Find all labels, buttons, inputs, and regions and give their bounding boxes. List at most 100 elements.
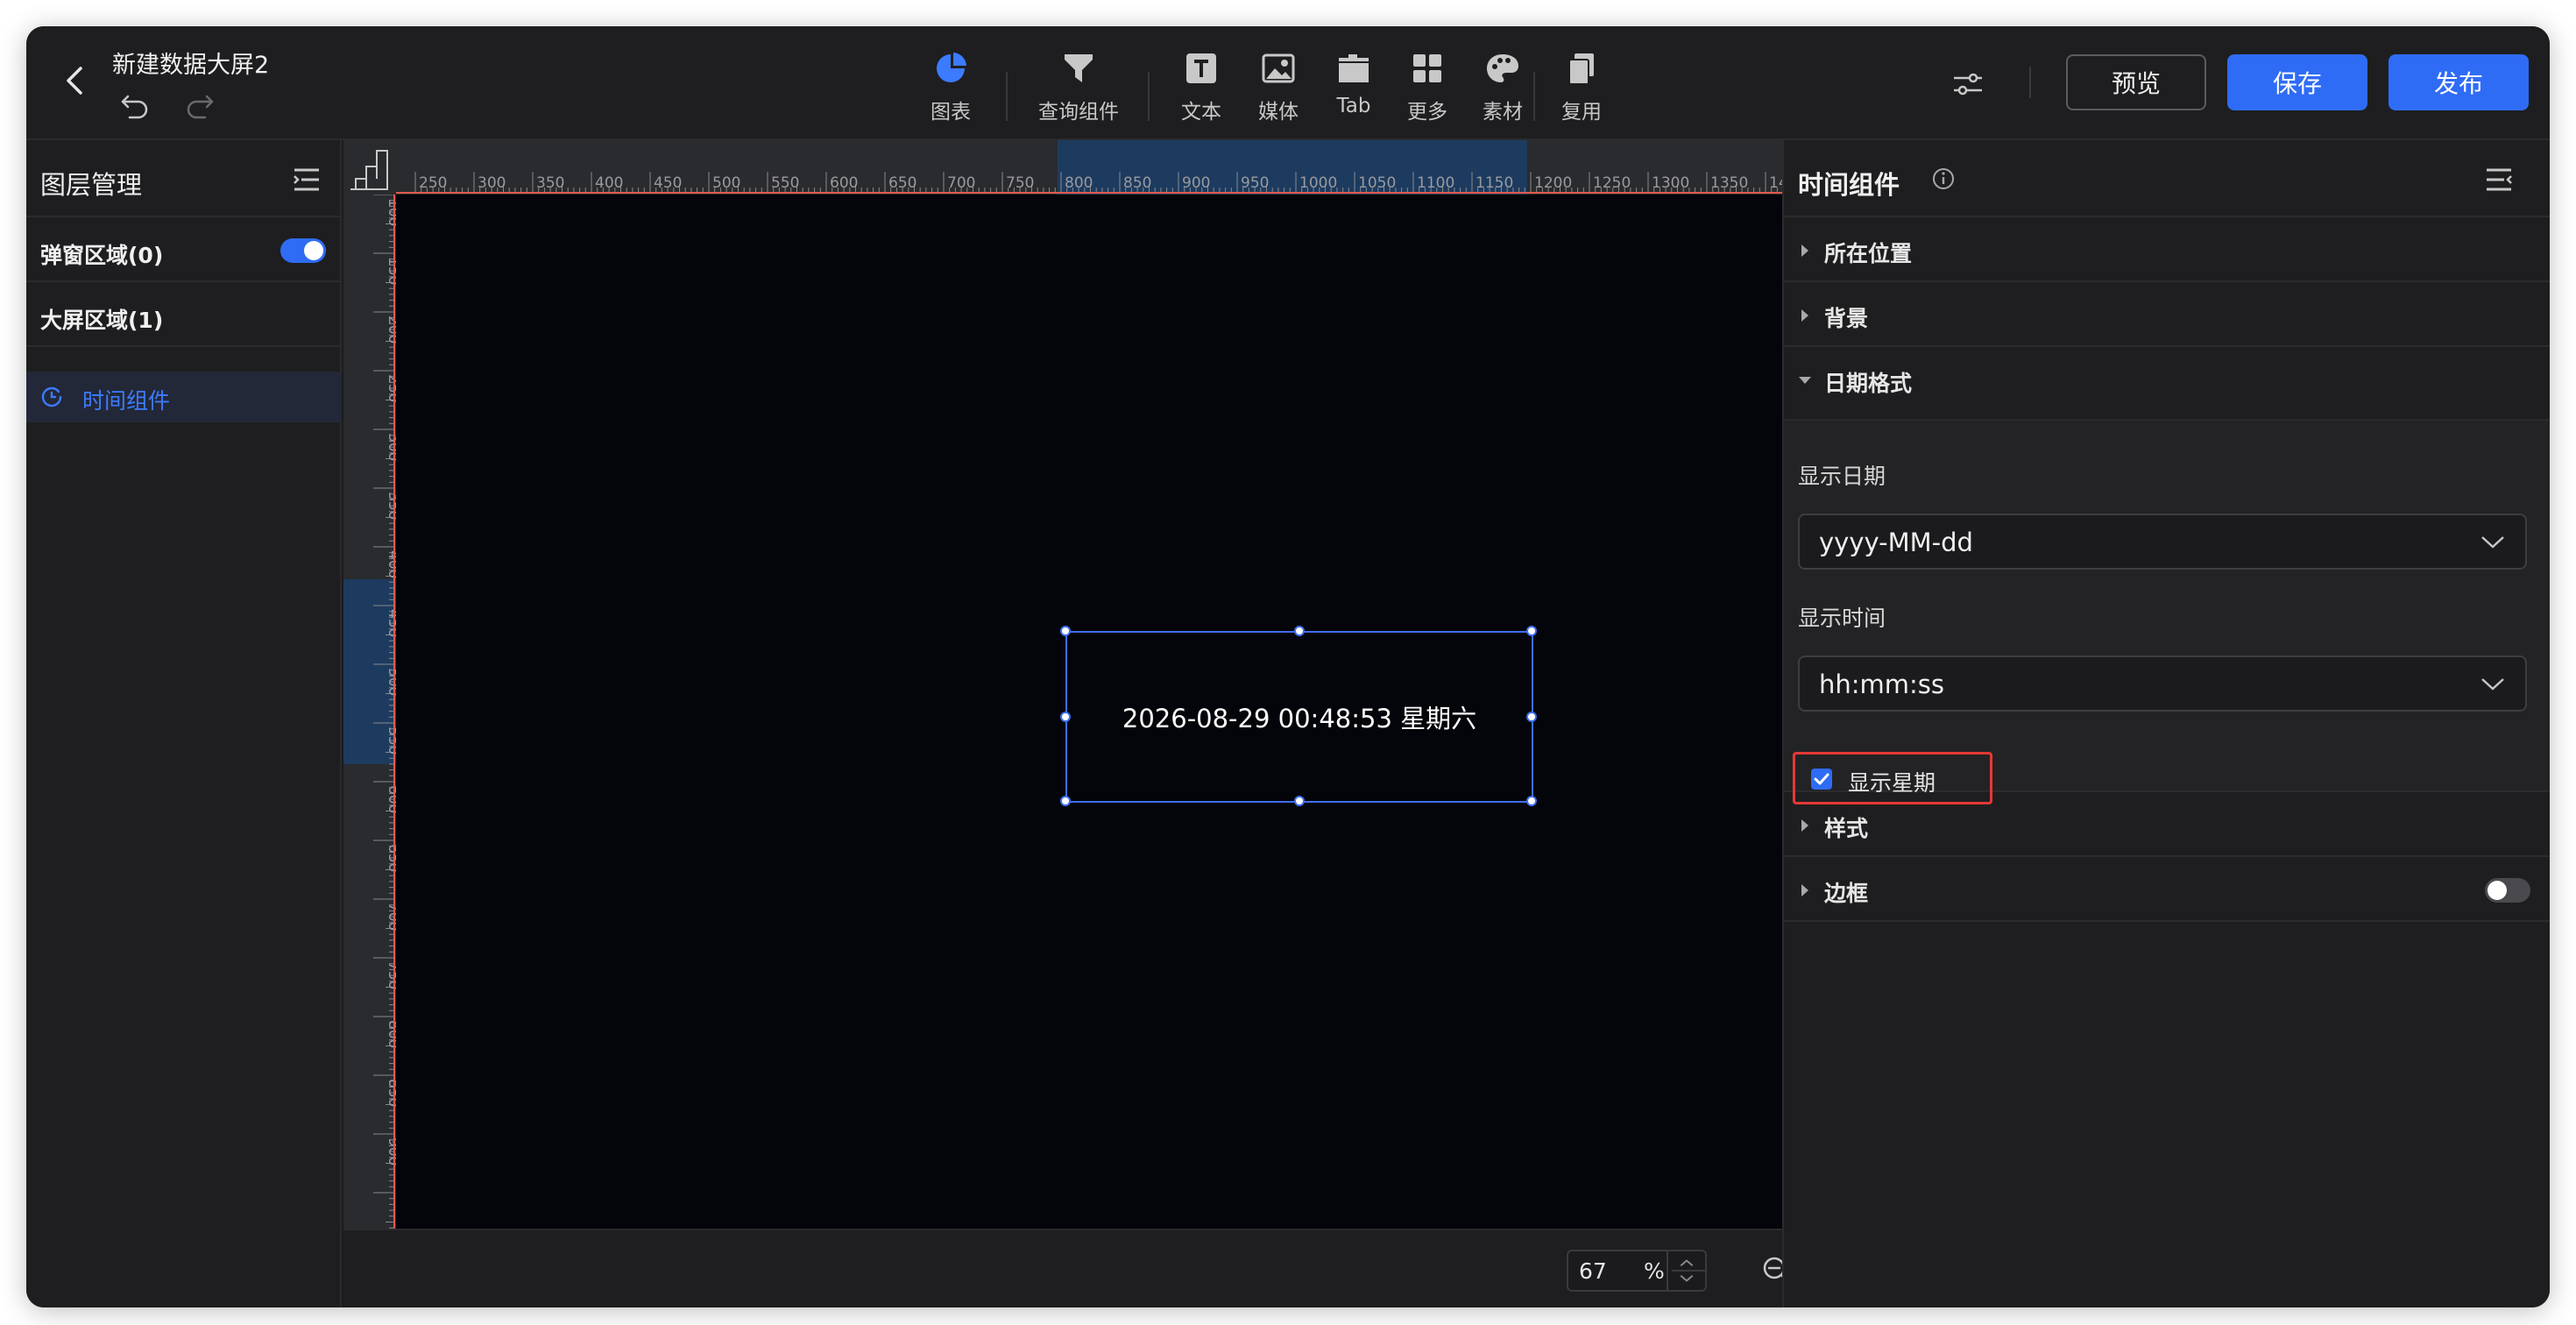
time-widget-text: 2026-08-29 00:48:53 星期六: [1122, 704, 1477, 733]
section-position[interactable]: 所在位置: [1784, 219, 2550, 282]
chevron-down-icon: [2481, 678, 2504, 691]
zoom-input[interactable]: 67 %: [1567, 1250, 1707, 1292]
section-background[interactable]: 背景: [1784, 284, 2550, 347]
toolbar-divider: [1533, 72, 1535, 121]
tool-tab-label: Tab: [1336, 95, 1371, 117]
ruler-label: 1300: [1652, 174, 1689, 192]
tool-media-label: 媒体: [1258, 101, 1299, 124]
resize-handle-bottom-left[interactable]: [1060, 796, 1071, 806]
section-date-format-label: 日期格式: [1824, 371, 1913, 396]
check-icon: [1814, 773, 1829, 785]
resize-handle-right[interactable]: [1526, 712, 1537, 722]
ruler-label: 1350: [1710, 174, 1748, 192]
tool-more-label: 更多: [1407, 101, 1447, 124]
resize-handle-bottom-right[interactable]: [1526, 796, 1537, 806]
horizontal-ruler: 250 300 350 400 450 500 550 600 650 700 750 800 850 9…: [396, 140, 1782, 195]
resize-handle-top-right[interactable]: [1526, 626, 1537, 636]
section-style[interactable]: 样式: [1784, 794, 2550, 857]
tool-tab[interactable]: Tab: [1314, 46, 1393, 130]
ruler-label: 950: [1241, 174, 1269, 192]
date-format-body: 显示日期 yyyy-MM-dd 显示时间 hh:mm:ss 显示星期: [1784, 421, 2550, 804]
tool-material[interactable]: 素材: [1463, 46, 1542, 130]
pie-chart-icon: [937, 53, 966, 82]
zoom-value[interactable]: 67: [1579, 1258, 1631, 1284]
screen-area-section[interactable]: 大屏区域(1): [26, 284, 342, 347]
popup-area-section[interactable]: 弹窗区域(0): [26, 219, 342, 282]
back-arrow-icon[interactable]: [58, 63, 93, 98]
show-time-label: 显示时间: [1798, 606, 1886, 631]
undo-icon[interactable]: [117, 88, 152, 123]
section-style-label: 样式: [1824, 816, 1869, 841]
resize-handle-left[interactable]: [1060, 712, 1071, 722]
ruler-label: 1000: [1299, 174, 1337, 192]
ruler-label: 750: [1006, 174, 1034, 192]
ruler-label: 550: [771, 174, 799, 192]
redo-icon[interactable]: [182, 88, 217, 123]
ruler-label: 1150: [1476, 174, 1513, 192]
section-border[interactable]: 边框: [1784, 859, 2550, 922]
tool-text[interactable]: 文本: [1162, 46, 1241, 130]
time-format-value: hh:mm:ss: [1819, 670, 1945, 699]
properties-panel: 时间组件 所在位置 背景 日期格式 显示日期 yyyy-MM-dd 显示时间 h…: [1782, 140, 2550, 1307]
screen-area-label: 大屏区域(1): [40, 308, 164, 333]
section-border-label: 边框: [1824, 881, 1869, 906]
ruler-label: 1100: [1417, 174, 1454, 192]
resize-handle-bottom[interactable]: [1294, 796, 1305, 806]
grid-icon: [1413, 54, 1441, 82]
preview-button[interactable]: 预览: [2066, 54, 2206, 110]
tool-query[interactable]: 查询组件: [1022, 46, 1136, 130]
date-format-value: yyyy-MM-dd: [1819, 528, 1973, 557]
resize-handle-top[interactable]: [1294, 626, 1305, 636]
info-icon[interactable]: [1931, 167, 1956, 191]
text-icon: [1186, 53, 1216, 83]
canvas-bottom-bar: 67 %: [343, 1229, 2124, 1307]
sliders-icon[interactable]: [1950, 67, 1985, 102]
section-date-format[interactable]: 日期格式: [1784, 349, 2550, 421]
time-format-select[interactable]: hh:mm:ss: [1798, 655, 2527, 712]
ruler-label: 250: [419, 174, 447, 192]
panel-menu-icon[interactable]: [2485, 167, 2513, 193]
time-widget[interactable]: 2026-08-29 00:48:53 星期六: [1060, 626, 1537, 806]
tool-media[interactable]: 媒体: [1239, 46, 1318, 130]
ruler-label: 350: [536, 174, 564, 192]
collapse-menu-icon[interactable]: [293, 167, 321, 193]
save-button[interactable]: 保存: [2227, 54, 2367, 110]
tool-query-label: 查询组件: [1038, 101, 1119, 124]
tool-material-label: 素材: [1483, 101, 1523, 124]
tool-reuse[interactable]: 复用: [1542, 46, 1621, 130]
show-weekday-label: 显示星期: [1848, 770, 1936, 796]
tab-icon: [1339, 54, 1369, 82]
date-format-select[interactable]: yyyy-MM-dd: [1798, 514, 2527, 570]
toolbar-divider: [1006, 72, 1008, 121]
popup-area-toggle[interactable]: [280, 238, 326, 263]
popup-area-label: 弹窗区域(0): [40, 243, 164, 268]
zoom-unit: %: [1644, 1258, 1665, 1284]
caret-down-icon: [1799, 377, 1811, 384]
zoom-stepper[interactable]: [1667, 1251, 1705, 1290]
top-bar: 新建数据大屏2 图表 查询组件 文本 媒体 Tab 更多 素材 复用 预览 保存…: [26, 26, 2550, 140]
show-weekday-checkbox[interactable]: [1811, 769, 1832, 790]
section-position-label: 所在位置: [1824, 241, 1913, 266]
header-divider: [2029, 67, 2031, 98]
palette-icon: [1487, 54, 1518, 82]
layer-panel: 图层管理 弹窗区域(0) 大屏区域(1) 时间组件: [26, 140, 342, 1307]
ruler-label: 600: [830, 174, 858, 192]
caret-right-icon: [1801, 309, 1808, 322]
document-title[interactable]: 新建数据大屏2: [112, 46, 269, 80]
layer-item-time-widget[interactable]: 时间组件: [26, 372, 342, 422]
app-window: 新建数据大屏2 图表 查询组件 文本 媒体 Tab 更多 素材 复用 预览 保存…: [26, 26, 2550, 1307]
caret-right-icon: [1801, 819, 1808, 832]
tool-more[interactable]: 更多: [1388, 46, 1467, 130]
publish-button[interactable]: 发布: [2388, 54, 2529, 110]
ruler-label: 650: [888, 174, 916, 192]
ruler-label: 850: [1123, 174, 1151, 192]
screen-canvas[interactable]: 2026-08-29 00:48:53 星期六: [396, 195, 1782, 1229]
caret-right-icon: [1801, 884, 1808, 896]
layer-item-label: 时间组件: [82, 388, 171, 414]
resize-handle-top-left[interactable]: [1060, 626, 1071, 636]
tool-chart[interactable]: 图表: [902, 46, 999, 130]
show-date-label: 显示日期: [1798, 464, 1886, 489]
border-toggle[interactable]: [2485, 878, 2530, 903]
ruler-corner[interactable]: [343, 140, 396, 195]
copy-icon: [1568, 53, 1594, 85]
